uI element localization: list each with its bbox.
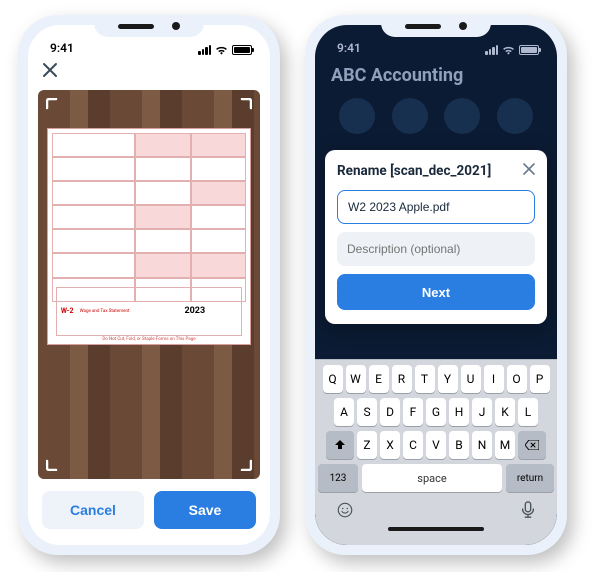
key-n[interactable]: N [472,431,492,459]
dimmed-action-row [331,98,541,134]
filename-input[interactable] [337,190,535,224]
scanned-document: W-2 Wage and Tax Statement 2023 Do Not C… [47,128,251,346]
backspace-key[interactable] [518,431,546,459]
close-icon [42,62,58,78]
close-button[interactable] [42,61,58,84]
dimmed-header: ABC Accounting [315,55,557,140]
key-b[interactable]: B [449,431,469,459]
signal-icon [485,45,498,55]
emoji-icon [336,501,354,519]
modal-close-button[interactable] [523,162,535,180]
battery-icon [519,45,539,55]
key-e[interactable]: E [369,365,389,393]
key-j[interactable]: J [472,398,492,426]
shift-key[interactable] [326,431,354,459]
keyboard-row-4: 123 space return [318,464,554,492]
form-footer-note: Do Not Cut, Fold, or Staple Forms on Thi… [52,337,246,344]
screen-rename: 9:41 ABC Accounting Rename [scan_dec_202… [315,25,557,545]
phone-rename: 9:41 ABC Accounting Rename [scan_dec_202… [305,15,567,555]
space-key[interactable]: space [362,464,502,492]
keyboard-row-2: ASDFGHJKL [318,398,554,426]
key-o[interactable]: O [507,365,527,393]
description-input[interactable] [337,232,535,266]
mic-key[interactable] [520,501,536,523]
return-key[interactable]: return [506,464,554,492]
keyboard: QWERTYUIOP ASDFGHJKL ZXCVBNM 123 space r… [315,359,557,545]
emoji-key[interactable] [336,501,354,523]
dimmed-icon [339,98,375,134]
wifi-icon [502,45,515,55]
keyboard-row-3: ZXCVBNM [318,431,554,459]
key-v[interactable]: V [426,431,446,459]
crop-corner-tl[interactable] [46,98,62,114]
crop-corner-bl[interactable] [46,455,62,471]
save-button[interactable]: Save [154,491,256,529]
signal-icon [198,45,211,55]
modal-title: Rename [scan_dec_2021] [337,163,491,179]
notch [381,15,491,37]
dimmed-icon [497,98,533,134]
shift-icon [334,439,346,451]
key-u[interactable]: U [461,365,481,393]
key-z[interactable]: Z [357,431,377,459]
close-icon [523,163,535,175]
phone-scanner: 9:41 [18,15,280,555]
crop-corner-br[interactable] [236,455,252,471]
next-button[interactable]: Next [337,274,535,310]
key-w[interactable]: W [346,365,366,393]
key-h[interactable]: H [449,398,469,426]
bottom-button-row: Cancel Save [28,479,270,545]
key-y[interactable]: Y [438,365,458,393]
modal-header: Rename [scan_dec_2021] [337,162,535,180]
key-i[interactable]: I [484,365,504,393]
numbers-key[interactable]: 123 [318,464,358,492]
key-q[interactable]: Q [323,365,343,393]
app-title: ABC Accounting [331,65,541,86]
key-p[interactable]: P [530,365,550,393]
form-year: 2023 [184,306,205,316]
key-m[interactable]: M [495,431,515,459]
wifi-icon [215,45,228,55]
keyboard-row-1: QWERTYUIOP [318,365,554,393]
cancel-button[interactable]: Cancel [42,491,144,529]
dimmed-icon [392,98,428,134]
backspace-icon [525,440,539,450]
key-x[interactable]: X [380,431,400,459]
key-l[interactable]: L [518,398,538,426]
status-icons [198,45,252,55]
mic-icon [520,501,536,519]
rename-modal: Rename [scan_dec_2021] Next [325,150,547,324]
form-tag: W-2 [61,307,74,315]
scan-preview[interactable]: W-2 Wage and Tax Statement 2023 Do Not C… [38,90,260,479]
home-indicator[interactable] [388,527,484,531]
key-a[interactable]: A [334,398,354,426]
status-icons [485,45,539,55]
battery-icon [232,45,252,55]
key-d[interactable]: D [380,398,400,426]
key-t[interactable]: T [415,365,435,393]
key-c[interactable]: C [403,431,423,459]
screen-scanner: 9:41 [28,25,270,545]
notch [94,15,204,37]
status-time: 9:41 [50,41,74,55]
key-s[interactable]: S [357,398,377,426]
dimmed-icon [444,98,480,134]
crop-corner-tr[interactable] [236,98,252,114]
form-title: Wage and Tax Statement [80,309,130,314]
key-r[interactable]: R [392,365,412,393]
key-g[interactable]: G [426,398,446,426]
key-f[interactable]: F [403,398,423,426]
header-row [28,55,270,90]
keyboard-footer [318,497,554,523]
key-k[interactable]: K [495,398,515,426]
status-time: 9:41 [337,41,361,55]
